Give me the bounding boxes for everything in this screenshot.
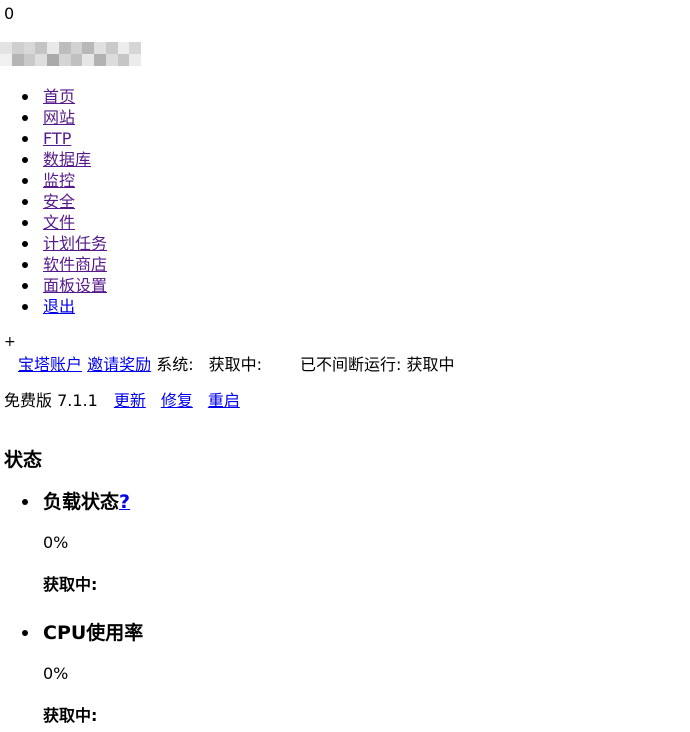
cpu-usage-title: CPU使用率 (43, 622, 144, 644)
nav-item-store: 软件商店 (0, 254, 107, 275)
nav-link-security[interactable]: 安全 (43, 192, 75, 211)
cpu-percent: 0% (43, 664, 69, 683)
system-label: 系统: (156, 355, 194, 374)
nav-link-monitor[interactable]: 监控 (43, 171, 75, 190)
top-info-bar: 宝塔账户 邀请奖励 系统: 获取中: 已不间断运行: 获取中 (18, 355, 455, 375)
nav-link-settings[interactable]: 面板设置 (43, 276, 107, 295)
nav-item-logout: 退出 (0, 296, 107, 317)
nav-link-logout[interactable]: 退出 (43, 297, 75, 316)
sidebar-nav: 首页 网站 FTP 数据库 监控 安全 文件 计划任务 软件商店 面板设置 退出 (0, 86, 107, 317)
cpu-info: 获取中: (43, 706, 98, 725)
restart-link[interactable]: 重启 (208, 391, 240, 410)
version-label: 免费版 7.1.1 (4, 391, 98, 410)
nav-item-monitor: 监控 (0, 170, 107, 191)
expand-plus-icon[interactable]: + (4, 334, 16, 350)
load-help-link[interactable]: ? (119, 491, 130, 513)
load-status-title: 负载状态 (43, 491, 120, 513)
status-item-title: 负载状态? (43, 490, 690, 514)
version-bar: 免费版 7.1.1 更新 修复 重启 (4, 391, 240, 411)
status-item-load: 负载状态? 0% 获取中: (0, 490, 690, 595)
nav-item-crontab: 计划任务 (0, 233, 107, 254)
nav-link-crontab[interactable]: 计划任务 (43, 234, 107, 253)
uptime-label: 已不间断运行: (300, 355, 402, 374)
nav-item-site: 网站 (0, 107, 107, 128)
nav-item-files: 文件 (0, 212, 107, 233)
status-item-cpu: CPU使用率 0% 获取中: (0, 621, 690, 726)
message-counter: 0 (4, 4, 15, 23)
status-item-title: CPU使用率 (43, 621, 690, 645)
nav-item-database: 数据库 (0, 149, 107, 170)
logo-image-icon (0, 42, 141, 66)
update-link[interactable]: 更新 (114, 391, 146, 410)
invite-link[interactable]: 邀请奖励 (87, 355, 151, 374)
status-section-title: 状态 (4, 449, 43, 471)
account-link[interactable]: 宝塔账户 (18, 355, 82, 374)
nav-link-database[interactable]: 数据库 (43, 150, 91, 169)
system-value: 获取中: (208, 355, 263, 374)
nav-link-site[interactable]: 网站 (43, 108, 75, 127)
nav-link-store[interactable]: 软件商店 (43, 255, 107, 274)
nav-item-ftp: FTP (0, 128, 107, 149)
load-info: 获取中: (43, 575, 98, 594)
nav-link-ftp[interactable]: FTP (43, 129, 71, 148)
panel-page: 0 首页 网站 FTP 数据库 监控 安全 文件 计划任务 软件商店 面板设置 … (0, 0, 690, 732)
nav-item-home: 首页 (0, 86, 107, 107)
nav-link-home[interactable]: 首页 (43, 87, 75, 106)
repair-link[interactable]: 修复 (161, 391, 193, 410)
nav-item-settings: 面板设置 (0, 275, 107, 296)
load-percent: 0% (43, 533, 69, 552)
uptime-value: 获取中 (406, 355, 455, 374)
status-list: 负载状态? 0% 获取中: CPU使用率 0% 获取中: (0, 490, 690, 726)
nav-item-security: 安全 (0, 191, 107, 212)
nav-link-files[interactable]: 文件 (43, 213, 75, 232)
